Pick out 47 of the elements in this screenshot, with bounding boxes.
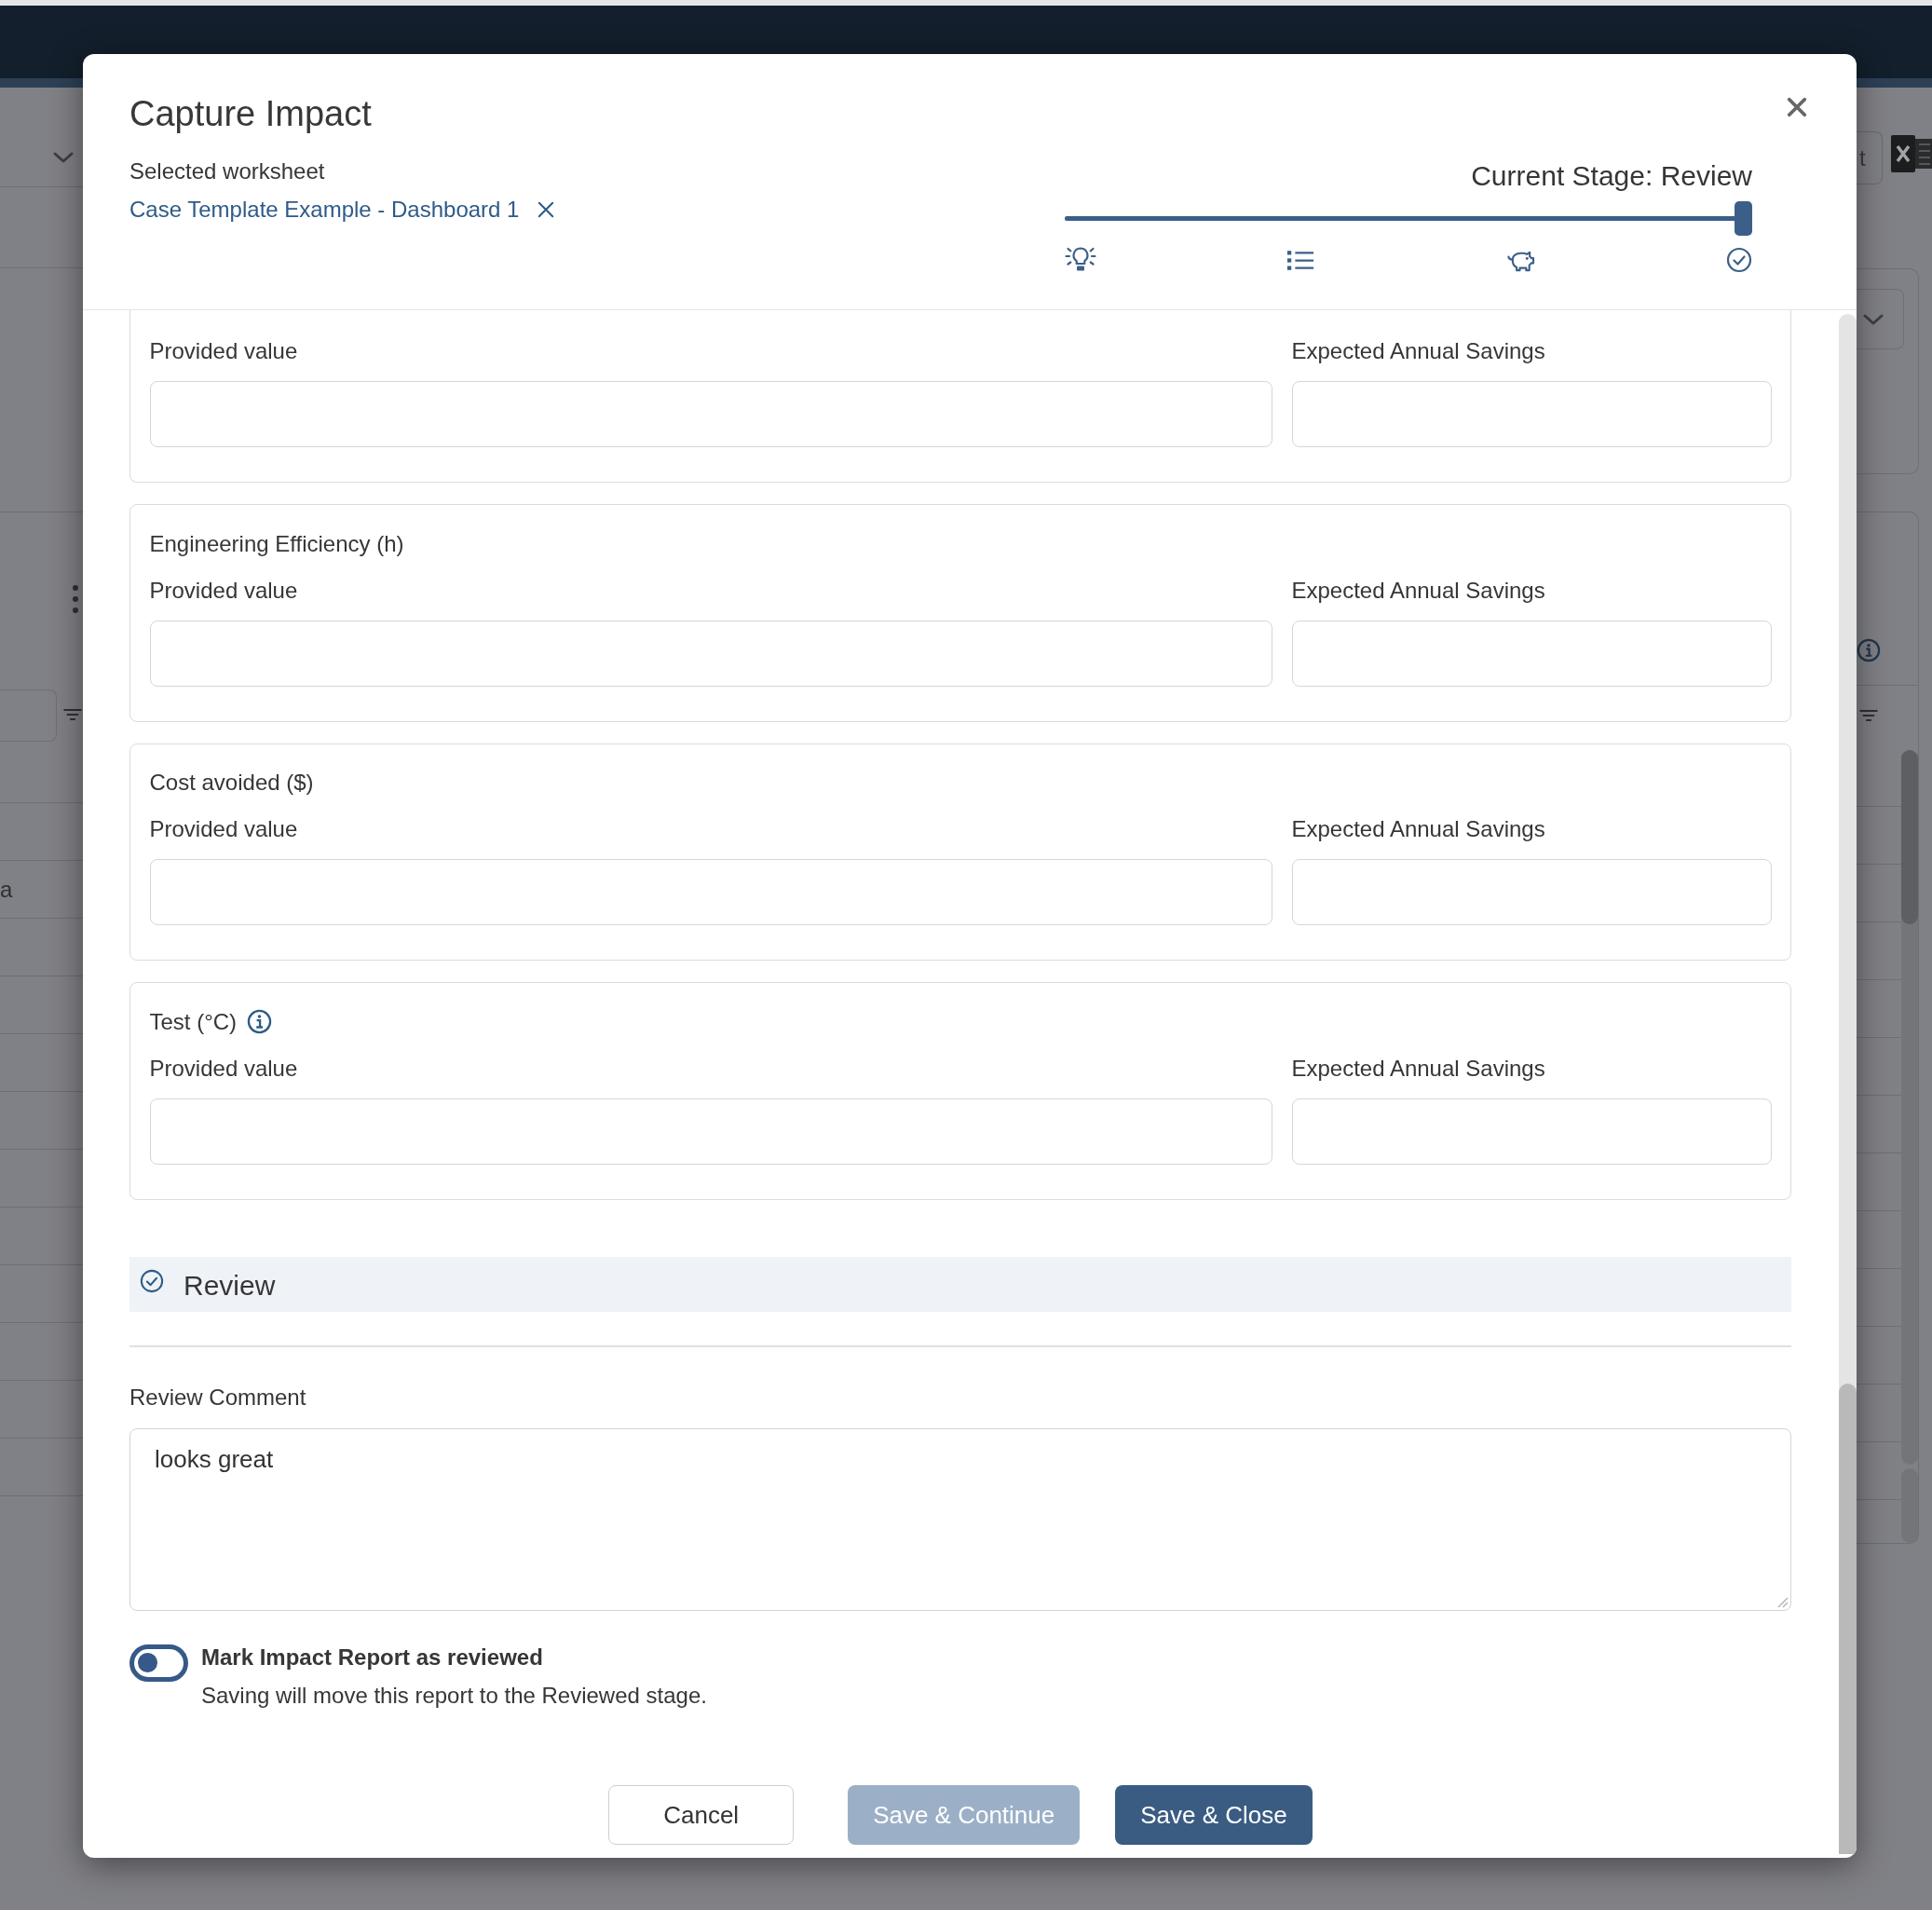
- toggle-description: Saving will move this report to the Reviewed stage.: [201, 1681, 707, 1710]
- chevron-down-icon[interactable]: [52, 151, 75, 164]
- input-field[interactable]: [1291, 620, 1772, 687]
- toggle-switch[interactable]: [129, 1644, 188, 1682]
- scrollbar-thumb[interactable]: [1839, 1384, 1857, 1854]
- table-cell: a: [0, 875, 13, 904]
- secondary-button[interactable]: Cancel: [608, 1784, 795, 1845]
- filter-icon[interactable]: [1859, 709, 1878, 722]
- section-title: Review: [184, 1269, 276, 1303]
- dialog-title: Capture Impact: [129, 93, 372, 134]
- close-icon[interactable]: [1787, 97, 1807, 117]
- card-title: Engineering Efficiency (h): [149, 529, 404, 558]
- input-field[interactable]: [1291, 859, 1772, 925]
- card-title: Test (°C): [149, 1007, 238, 1036]
- spreadsheet-icon[interactable]: [1891, 135, 1932, 172]
- comment-field[interactable]: looks great: [129, 1427, 1791, 1611]
- primary-button[interactable]: Save & Close: [1115, 1784, 1313, 1845]
- scrollbar-thumb[interactable]: [1901, 750, 1918, 924]
- input-field[interactable]: [1291, 1098, 1772, 1165]
- field-label: Provided value: [149, 815, 298, 843]
- field-label: Expected Annual Savings: [1291, 1054, 1545, 1083]
- field-label: Provided value: [149, 576, 298, 605]
- close-icon[interactable]: [537, 201, 555, 218]
- input-field[interactable]: [149, 859, 1272, 925]
- field-label: Provided value: [149, 337, 298, 365]
- check-circle-icon: [140, 1269, 164, 1293]
- input-field[interactable]: [1291, 381, 1772, 447]
- check-circle-icon: [1726, 247, 1752, 273]
- info-icon[interactable]: [247, 1009, 273, 1034]
- input-field[interactable]: [149, 620, 1272, 687]
- field-label: Review Comment: [129, 1383, 306, 1412]
- more-vertical-icon[interactable]: [73, 584, 78, 614]
- filter-icon[interactable]: [63, 708, 82, 721]
- toggle-label: Mark Impact Report as reviewed: [201, 1643, 543, 1671]
- input-field[interactable]: [149, 381, 1272, 447]
- card-title: Cost avoided ($): [149, 769, 314, 797]
- field-label: Expected Annual Savings: [1291, 337, 1545, 365]
- worksheet-label: Selected worksheet: [129, 157, 325, 185]
- stage-slider-thumb[interactable]: [1735, 201, 1752, 236]
- worksheet-link[interactable]: Case Template Example - Dashboard 1: [129, 195, 520, 225]
- input-field[interactable]: [149, 1098, 1272, 1165]
- field-label: Expected Annual Savings: [1291, 576, 1545, 605]
- stage-label: Current Stage: Review: [1470, 159, 1752, 193]
- field-label: Expected Annual Savings: [1291, 815, 1545, 843]
- info-icon[interactable]: [1857, 638, 1881, 662]
- field-label: Provided value: [149, 1054, 298, 1083]
- chevron-down-icon: [1862, 312, 1884, 326]
